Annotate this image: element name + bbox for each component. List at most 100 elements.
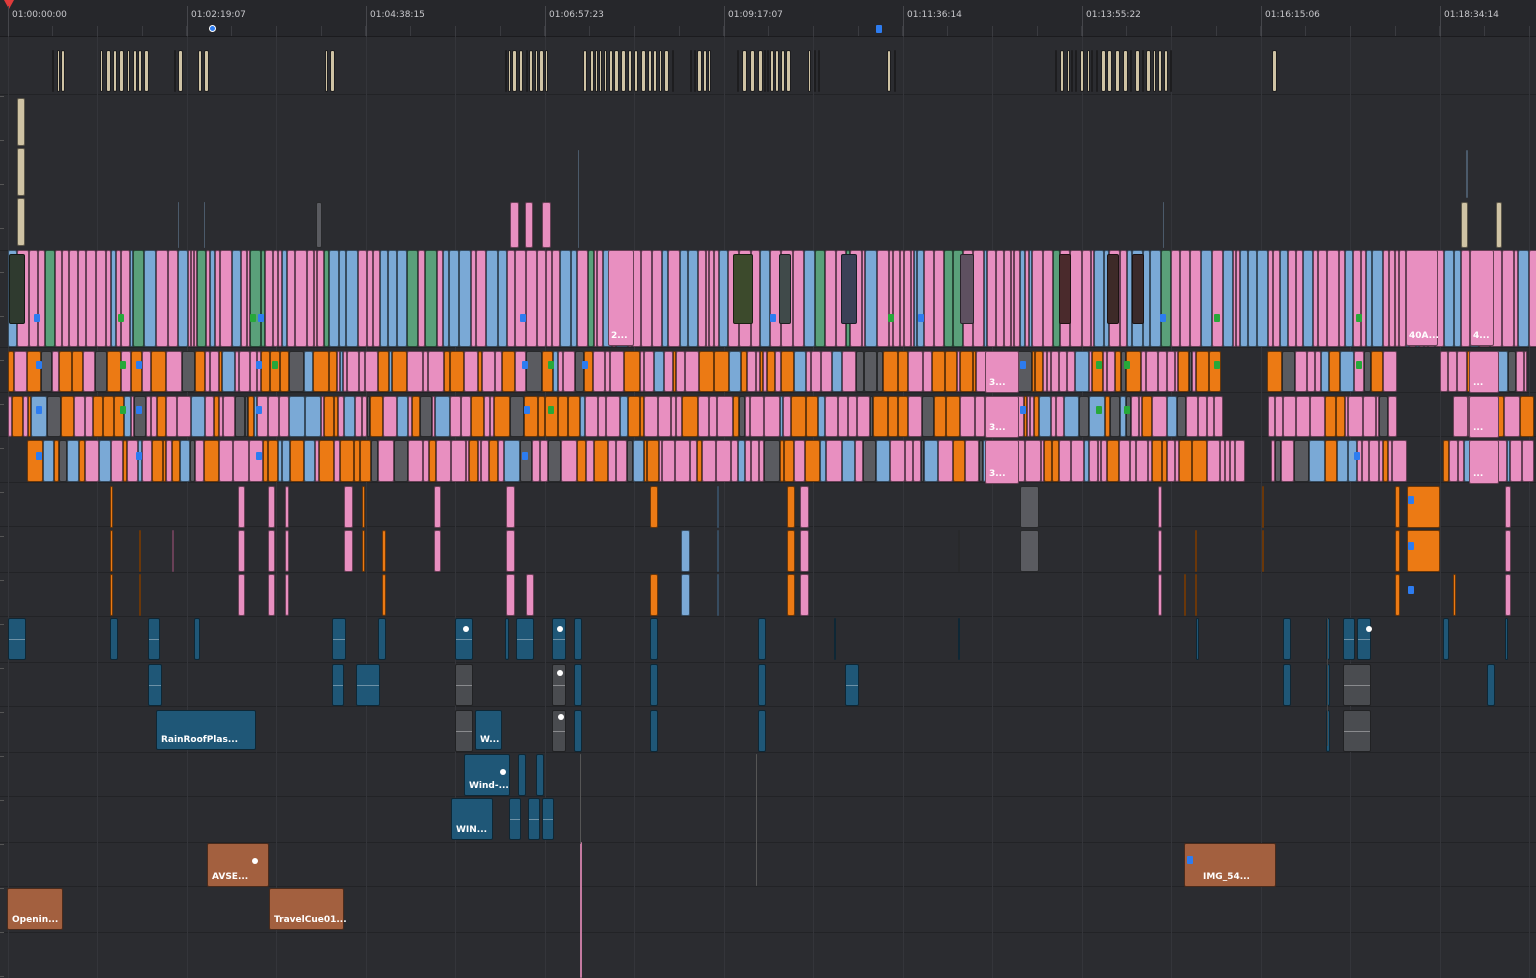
video-clip[interactable]	[731, 440, 738, 482]
video-clip[interactable]	[450, 351, 464, 392]
video-clip[interactable]	[1136, 440, 1148, 482]
title-clip[interactable]	[1170, 50, 1172, 92]
video-clip[interactable]	[558, 396, 568, 437]
video-clip[interactable]	[270, 351, 280, 392]
video-clip[interactable]	[340, 440, 354, 482]
clip-marker[interactable]	[1356, 361, 1362, 369]
video-clip[interactable]	[934, 396, 946, 437]
video-clip[interactable]	[172, 530, 174, 572]
title-clip[interactable]	[653, 50, 657, 92]
audio-clip[interactable]	[1343, 618, 1355, 660]
video-clip[interactable]	[1177, 396, 1186, 437]
video-clip[interactable]	[197, 250, 206, 347]
title-clip[interactable]	[133, 50, 137, 92]
video-clip[interactable]	[1107, 440, 1119, 482]
video-clip[interactable]	[1020, 486, 1039, 528]
video-clip[interactable]	[716, 440, 731, 482]
clip-marker[interactable]	[1356, 314, 1362, 322]
video-clip[interactable]	[83, 351, 95, 392]
title-clip[interactable]	[659, 50, 662, 92]
video-clip[interactable]	[495, 351, 502, 392]
edit-line[interactable]	[1327, 618, 1328, 746]
clip-marker[interactable]	[1408, 496, 1414, 504]
clip-marker[interactable]	[548, 406, 554, 414]
video-clip[interactable]	[1288, 250, 1296, 347]
title-clip[interactable]	[595, 50, 598, 92]
audio-clip[interactable]	[332, 618, 346, 660]
video-clip[interactable]	[1294, 440, 1309, 482]
video-clip[interactable]	[787, 486, 795, 528]
video-clip[interactable]	[319, 440, 334, 482]
video-clip[interactable]	[1207, 396, 1214, 437]
video-clip[interactable]	[313, 351, 329, 392]
clip-marker[interactable]	[1096, 361, 1102, 369]
video-clip[interactable]	[996, 250, 1004, 347]
title-clip[interactable]	[604, 50, 607, 92]
edit-line[interactable]	[580, 842, 582, 978]
video-clip[interactable]	[585, 396, 598, 437]
audio-clip[interactable]	[8, 618, 26, 660]
video-clip[interactable]	[594, 440, 608, 482]
audio-clip[interactable]	[574, 710, 582, 752]
video-clip[interactable]	[144, 250, 156, 347]
video-clip[interactable]	[1004, 250, 1011, 347]
video-clip[interactable]	[1107, 351, 1115, 392]
video-clip[interactable]	[764, 396, 780, 437]
video-clip[interactable]	[888, 396, 898, 437]
video-clip[interactable]	[1457, 351, 1467, 392]
video-clip[interactable]	[502, 351, 515, 392]
video-clip[interactable]	[1052, 440, 1059, 482]
title-clip[interactable]	[1158, 50, 1162, 92]
title-clip[interactable]	[775, 50, 779, 92]
audio-clip[interactable]	[332, 664, 344, 706]
audio-clip[interactable]	[110, 618, 118, 660]
video-clip[interactable]	[698, 250, 706, 347]
video-clip[interactable]	[506, 530, 515, 572]
video-clip[interactable]	[210, 351, 219, 392]
video-clip[interactable]	[476, 250, 486, 347]
video-clip[interactable]	[407, 250, 418, 347]
video-clip[interactable]	[339, 250, 346, 347]
clip-marker[interactable]	[1214, 314, 1220, 322]
timeline-marker-blue[interactable]	[209, 25, 216, 32]
video-clip[interactable]	[1167, 440, 1175, 482]
title-clip-tall[interactable]	[17, 98, 25, 146]
video-clip[interactable]	[219, 440, 233, 482]
video-clip[interactable]	[506, 574, 515, 616]
video-clip[interactable]	[1223, 250, 1233, 347]
audio-clip[interactable]	[758, 710, 766, 752]
video-clip[interactable]	[78, 250, 86, 347]
audio-clip[interactable]	[378, 618, 386, 660]
video-clip[interactable]	[1179, 440, 1192, 482]
title-clip[interactable]	[1272, 50, 1277, 92]
video-clip[interactable]	[481, 440, 489, 482]
video-clip[interactable]	[1348, 396, 1363, 437]
title-clip[interactable]	[61, 50, 65, 92]
video-clip[interactable]	[1071, 440, 1084, 482]
video-clip[interactable]	[86, 250, 96, 347]
video-clip[interactable]	[647, 440, 659, 482]
video-clip[interactable]	[95, 351, 107, 392]
title-clip[interactable]	[1107, 50, 1112, 92]
title-clip[interactable]	[519, 50, 523, 92]
title-clip[interactable]	[198, 50, 202, 92]
video-clip[interactable]	[1518, 250, 1529, 347]
video-clip[interactable]	[932, 351, 945, 392]
clip-marker[interactable]	[520, 314, 526, 322]
clip-marker[interactable]	[1408, 542, 1414, 550]
audio-clip-img54[interactable]: IMG_54...	[1184, 843, 1276, 887]
video-clip[interactable]	[250, 351, 257, 392]
title-clip[interactable]	[814, 50, 816, 92]
clip-marker[interactable]	[1124, 361, 1130, 369]
video-clip[interactable]	[168, 250, 178, 347]
video-clip[interactable]	[152, 440, 163, 482]
video-clip[interactable]	[1321, 351, 1329, 392]
video-clip[interactable]	[1020, 530, 1039, 572]
title-clip[interactable]	[694, 50, 696, 92]
video-clip[interactable]	[863, 440, 876, 482]
video-clip[interactable]	[1307, 351, 1315, 392]
video-clip[interactable]	[1143, 250, 1150, 347]
title-clip[interactable]	[1123, 50, 1128, 92]
video-clip[interactable]	[268, 440, 278, 482]
video-clip[interactable]	[1089, 440, 1098, 482]
